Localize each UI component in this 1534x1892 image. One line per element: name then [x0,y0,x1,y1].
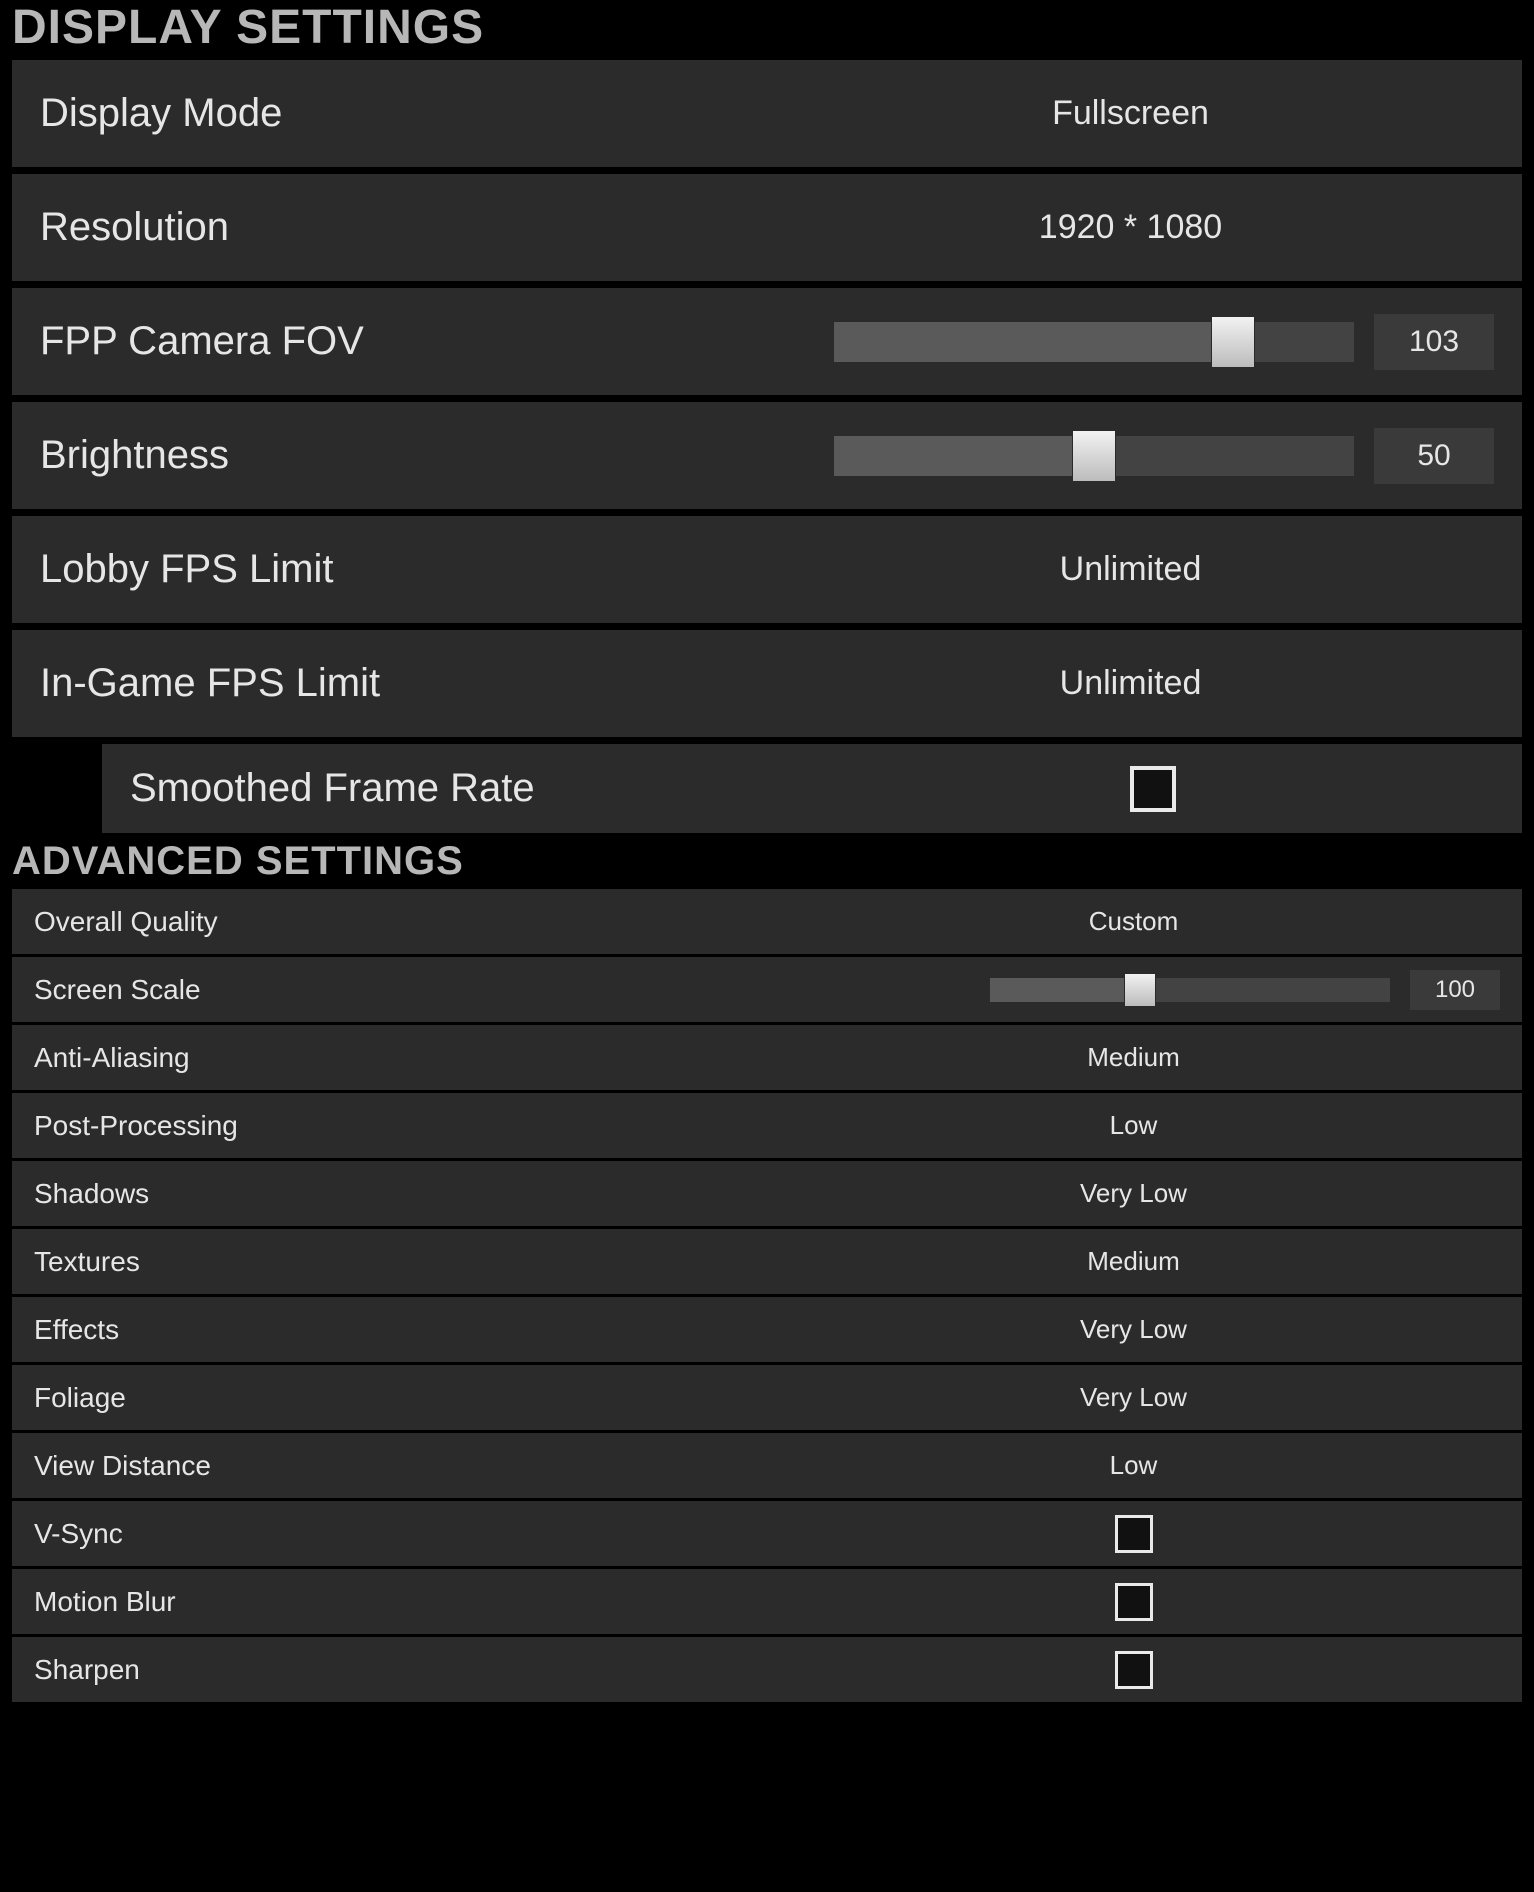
fpp-fov-label: FPP Camera FOV [40,319,767,364]
effects-label: Effects [34,1314,767,1346]
display-settings-header: DISPLAY SETTINGS [0,0,1534,59]
screen-scale-slider[interactable] [990,978,1390,1002]
screen-scale-label: Screen Scale [34,974,767,1006]
smoothed-frame-rate-label: Smoothed Frame Rate [130,766,812,811]
effects-value: Very Low [1080,1314,1187,1345]
motion-blur-label: Motion Blur [34,1586,767,1618]
smoothed-frame-rate-row[interactable]: Smoothed Frame Rate [102,743,1522,833]
view-distance-row[interactable]: View Distance Low [12,1432,1522,1498]
view-distance-value: Low [1110,1450,1158,1481]
post-processing-value: Low [1110,1110,1158,1141]
brightness-slider[interactable] [834,436,1354,476]
ingame-fps-value: Unlimited [1060,664,1202,703]
sharpen-checkbox[interactable] [1115,1651,1153,1689]
fpp-fov-slider[interactable] [834,322,1354,362]
vsync-row[interactable]: V-Sync [12,1500,1522,1566]
post-processing-label: Post-Processing [34,1110,767,1142]
motion-blur-row[interactable]: Motion Blur [12,1568,1522,1634]
foliage-label: Foliage [34,1382,767,1414]
textures-row[interactable]: Textures Medium [12,1228,1522,1294]
shadows-value: Very Low [1080,1178,1187,1209]
screen-scale-value[interactable]: 100 [1410,970,1500,1010]
post-processing-row[interactable]: Post-Processing Low [12,1092,1522,1158]
brightness-value[interactable]: 50 [1374,428,1494,484]
effects-row[interactable]: Effects Very Low [12,1296,1522,1362]
ingame-fps-label: In-Game FPS Limit [40,661,767,706]
textures-value: Medium [1087,1246,1179,1277]
lobby-fps-value: Unlimited [1060,550,1202,589]
lobby-fps-label: Lobby FPS Limit [40,547,767,592]
vsync-label: V-Sync [34,1518,767,1550]
view-distance-label: View Distance [34,1450,767,1482]
overall-quality-label: Overall Quality [34,906,767,938]
foliage-value: Very Low [1080,1382,1187,1413]
ingame-fps-row[interactable]: In-Game FPS Limit Unlimited [12,629,1522,737]
sharpen-row[interactable]: Sharpen [12,1636,1522,1702]
lobby-fps-row[interactable]: Lobby FPS Limit Unlimited [12,515,1522,623]
foliage-row[interactable]: Foliage Very Low [12,1364,1522,1430]
vsync-checkbox[interactable] [1115,1515,1153,1553]
overall-quality-value: Custom [1089,906,1179,937]
anti-aliasing-row[interactable]: Anti-Aliasing Medium [12,1024,1522,1090]
display-mode-value: Fullscreen [1052,94,1209,133]
resolution-value: 1920 * 1080 [1039,208,1222,247]
advanced-settings-header: ADVANCED SETTINGS [0,833,1534,888]
fpp-fov-row: FPP Camera FOV 103 [12,287,1522,395]
anti-aliasing-label: Anti-Aliasing [34,1042,767,1074]
fpp-fov-value[interactable]: 103 [1374,314,1494,370]
shadows-label: Shadows [34,1178,767,1210]
smoothed-frame-rate-checkbox[interactable] [1130,766,1176,812]
sharpen-label: Sharpen [34,1654,767,1686]
display-mode-row[interactable]: Display Mode Fullscreen [12,59,1522,167]
anti-aliasing-value: Medium [1087,1042,1179,1073]
screen-scale-row: Screen Scale 100 [12,956,1522,1022]
brightness-row: Brightness 50 [12,401,1522,509]
motion-blur-checkbox[interactable] [1115,1583,1153,1621]
brightness-label: Brightness [40,433,767,478]
shadows-row[interactable]: Shadows Very Low [12,1160,1522,1226]
resolution-label: Resolution [40,205,767,250]
textures-label: Textures [34,1246,767,1278]
resolution-row[interactable]: Resolution 1920 * 1080 [12,173,1522,281]
display-mode-label: Display Mode [40,91,767,136]
overall-quality-row[interactable]: Overall Quality Custom [12,888,1522,954]
